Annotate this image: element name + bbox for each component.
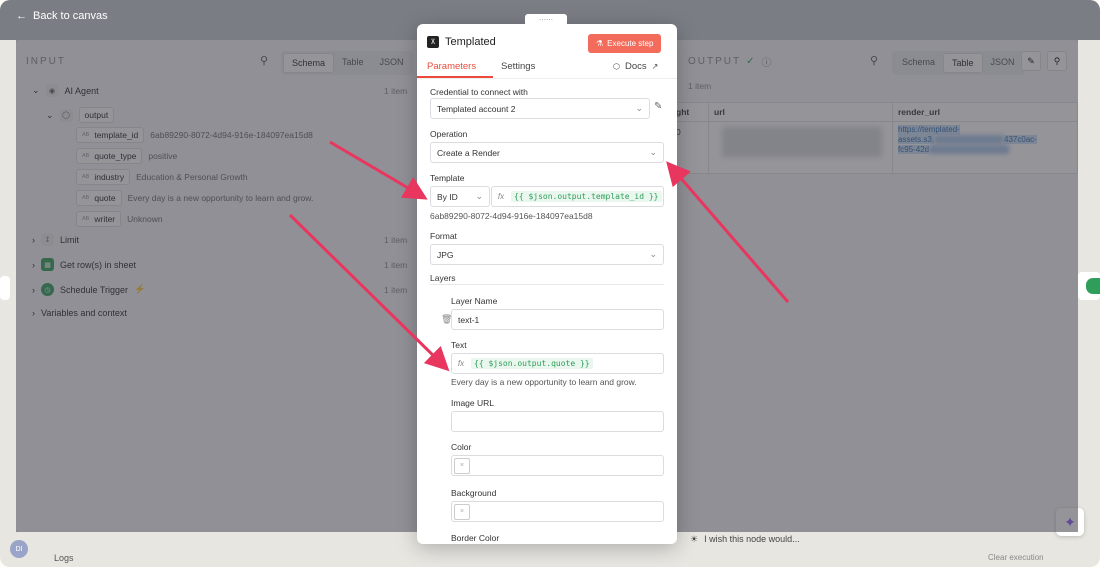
app-frame: ← Back to canvas INPUT ⚲ Schema Table JS… (0, 0, 1100, 567)
arrow-to-text (288, 213, 450, 372)
annotation-arrows (288, 140, 790, 372)
arrow-to-template (329, 140, 428, 200)
arrow-to-operation (666, 161, 790, 303)
